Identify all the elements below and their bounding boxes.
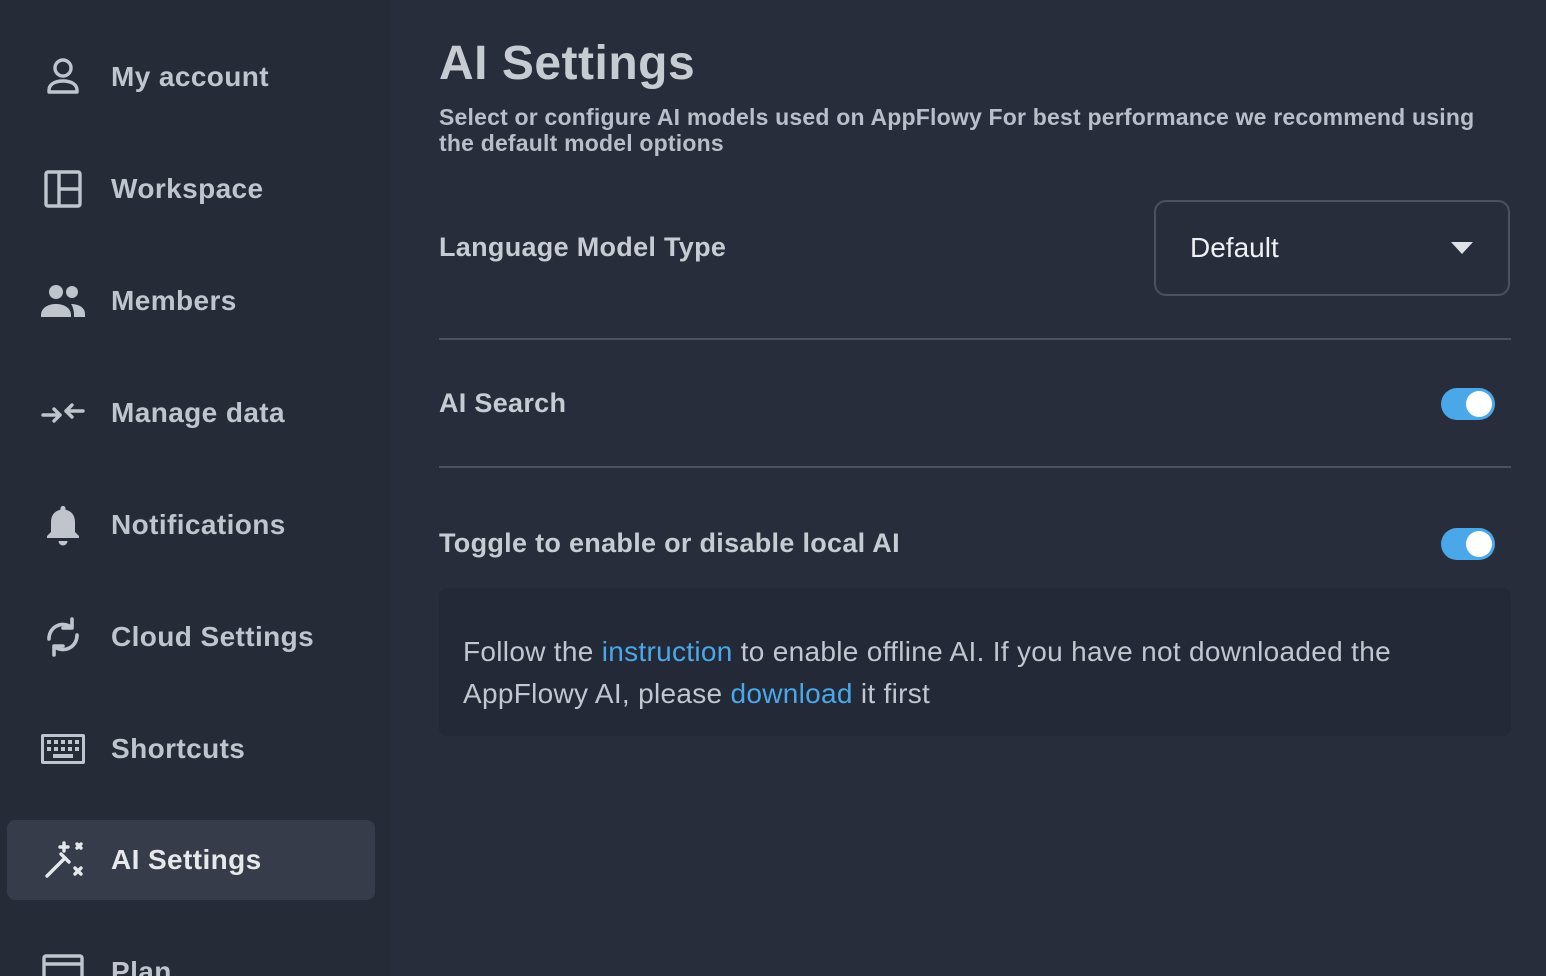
sidebar-item-manage-data[interactable]: Manage data <box>7 373 375 453</box>
person-icon <box>39 53 87 101</box>
people-icon <box>39 277 87 325</box>
local-ai-info-box: Follow the instruction to enable offline… <box>439 588 1511 736</box>
magic-wand-icon <box>39 836 87 884</box>
sidebar-item-label: Shortcuts <box>111 733 246 764</box>
sidebar-item-members[interactable]: Members <box>7 261 375 341</box>
toggle-knob <box>1466 531 1492 557</box>
ai-search-toggle[interactable] <box>1441 388 1495 420</box>
settings-window: My account Workspace Members Manage data… <box>0 0 1546 976</box>
sidebar-item-ai-settings[interactable]: AI Settings <box>7 820 375 900</box>
info-text-part: it first <box>852 678 931 709</box>
sidebar-item-label: My account <box>111 61 270 92</box>
plan-icon <box>39 948 87 976</box>
chevron-down-icon <box>1451 242 1473 254</box>
settings-sidebar: My account Workspace Members Manage data… <box>0 0 390 976</box>
sidebar-item-label: Manage data <box>111 397 285 428</box>
sidebar-item-my-account[interactable]: My account <box>7 37 375 117</box>
sync-icon <box>39 613 87 661</box>
language-model-label: Language Model Type <box>439 232 727 262</box>
sidebar-item-notifications[interactable]: Notifications <box>7 485 375 565</box>
divider <box>439 338 1511 340</box>
sidebar-item-label: AI Settings <box>111 844 262 875</box>
info-text-part: Follow the <box>463 636 602 667</box>
sidebar-item-label: Notifications <box>111 509 286 540</box>
language-model-value: Default <box>1190 232 1279 263</box>
ai-search-label: AI Search <box>439 388 567 418</box>
download-link[interactable]: download <box>730 678 852 709</box>
toggle-knob <box>1466 391 1492 417</box>
page-description: Select or configure AI models used on Ap… <box>439 104 1475 156</box>
language-model-select[interactable]: Default <box>1154 200 1510 296</box>
arrows-inward-icon <box>39 389 87 437</box>
keyboard-icon <box>39 725 87 773</box>
sidebar-item-label: Cloud Settings <box>111 621 315 652</box>
local-ai-label: Toggle to enable or disable local AI <box>439 528 900 558</box>
sidebar-item-label: Workspace <box>111 173 264 204</box>
sidebar-item-label: Members <box>111 285 237 316</box>
sidebar-item-plan[interactable]: Plan <box>7 932 375 976</box>
local-ai-toggle[interactable] <box>1441 528 1495 560</box>
sidebar-item-workspace[interactable]: Workspace <box>7 149 375 229</box>
sidebar-item-cloud-settings[interactable]: Cloud Settings <box>7 597 375 677</box>
sidebar-item-label: Plan <box>111 956 172 976</box>
bell-icon <box>39 501 87 549</box>
divider <box>439 466 1511 468</box>
workspace-layout-icon <box>39 165 87 213</box>
page-title: AI Settings <box>439 37 696 90</box>
instruction-link[interactable]: instruction <box>602 636 733 667</box>
sidebar-item-shortcuts[interactable]: Shortcuts <box>7 709 375 789</box>
local-ai-info-text: Follow the instruction to enable offline… <box>463 631 1487 715</box>
